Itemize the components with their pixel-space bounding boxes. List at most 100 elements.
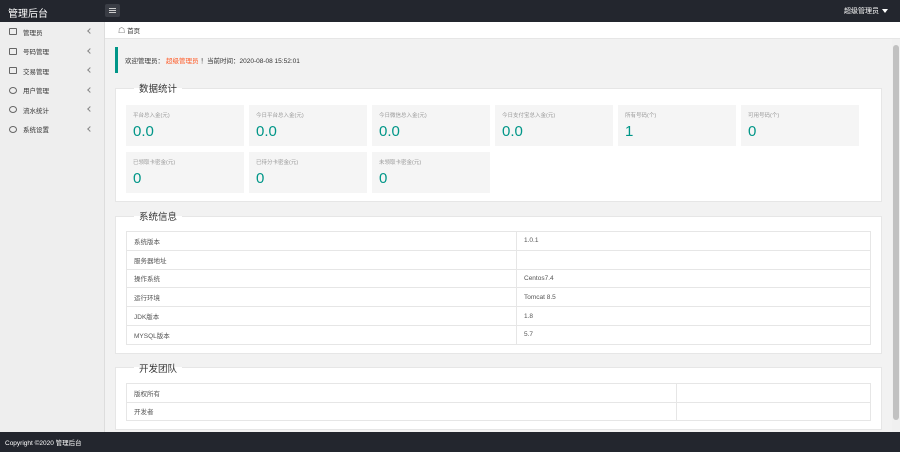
stat-card: 可用号码(个) 0 xyxy=(741,105,859,146)
team-table: 版权所有 开发者 xyxy=(126,382,871,422)
team-value xyxy=(676,401,871,422)
chevron-left-icon xyxy=(87,67,93,73)
hamburger-icon xyxy=(109,8,116,13)
sidebar-item-numbers[interactable]: 号码管理 xyxy=(0,42,104,62)
stat-value: 0 xyxy=(256,170,265,187)
sidebar: 管理员 号码管理 交易管理 用户管理 流水统计 系统设置 xyxy=(0,22,105,432)
footer: Copyright ©2020 管理后台 xyxy=(0,432,900,452)
stat-value: 0 xyxy=(133,170,142,187)
stat-card: 今日微信总入金(元) 0.0 xyxy=(372,105,490,146)
users-icon xyxy=(9,86,17,94)
sidebar-item-label: 管理员 xyxy=(23,29,43,37)
sysinfo-key: 运行环境 xyxy=(126,287,517,308)
sidebar-item-label: 系统设置 xyxy=(23,127,49,135)
chevron-left-icon xyxy=(87,125,93,132)
sysinfo-key: 系统版本 xyxy=(126,231,517,251)
stat-value: 0.0 xyxy=(502,123,523,140)
team-value xyxy=(676,382,871,403)
stat-value: 0 xyxy=(748,123,757,140)
table-row: JDK版本 1.8 xyxy=(126,306,871,326)
scrollbar-thumb[interactable] xyxy=(893,45,899,420)
table-row: 开发者 xyxy=(126,401,871,422)
sysinfo-key: 服务器地址 xyxy=(126,249,517,270)
table-row: 操作系统 Centos7.4 xyxy=(126,268,871,289)
stat-label: 今日平台总入金(元) xyxy=(256,113,304,119)
stats-grid: 平台总入金(元) 0.0 今日平台总入金(元) 0.0 今日微信总入金(元) 0… xyxy=(126,105,871,193)
stat-label: 所有号码(个) xyxy=(625,113,657,119)
home-icon[interactable]: ☖ xyxy=(118,26,125,35)
sysinfo-value xyxy=(516,249,871,270)
stat-value: 1 xyxy=(625,123,634,140)
sysinfo-key: 操作系统 xyxy=(126,268,517,289)
app-logo[interactable]: 管理后台 xyxy=(8,5,48,20)
stat-value: 0 xyxy=(379,170,388,187)
stat-card: 所有号码(个) 1 xyxy=(618,105,736,146)
sysinfo-value: 5.7 xyxy=(516,324,871,345)
user-name: 超级管理员 xyxy=(844,8,879,15)
phone-icon xyxy=(9,47,17,55)
sysinfo-key: MYSQL版本 xyxy=(126,324,517,345)
sidebar-item-admin[interactable]: 管理员 xyxy=(0,22,104,42)
stat-value: 0.0 xyxy=(133,123,154,140)
stat-label: 可用号码(个) xyxy=(748,113,780,119)
table-row: 服务器地址 xyxy=(126,249,871,270)
stat-value: 0.0 xyxy=(379,123,400,140)
sidebar-item-label: 流水统计 xyxy=(23,107,49,115)
stat-label: 已待分卡密金(元) xyxy=(256,160,299,166)
breadcrumb-home[interactable]: 首页 xyxy=(127,25,140,35)
sidebar-item-label: 交易管理 xyxy=(23,68,49,76)
sidebar-item-label: 用户管理 xyxy=(23,88,49,96)
sysinfo-value: 1.8 xyxy=(516,306,871,326)
sidebar-item-flow-stats[interactable]: 流水统计 xyxy=(0,100,104,120)
sidebar-item-settings[interactable]: 系统设置 xyxy=(0,120,104,140)
stat-label: 未领取卡密金(元) xyxy=(379,160,422,166)
table-row: 运行环境 Tomcat 8.5 xyxy=(126,287,871,308)
footer-copyright: Copyright ©2020 管理后台 xyxy=(5,440,82,447)
welcome-banner: 欢迎管理员： 超级管理员 ！当前时间：2020-08-08 15:52:01 xyxy=(115,47,882,73)
team-key: 开发者 xyxy=(126,401,677,422)
sysinfo-table: 系统版本 1.0.1 服务器地址 操作系统 Centos7.4 运行环境 Tom… xyxy=(126,231,871,345)
welcome-prefix: 欢迎管理员： xyxy=(125,58,164,65)
sysinfo-panel: 系统信息 系统版本 1.0.1 服务器地址 操作系统 Centos7.4 运行环… xyxy=(115,209,882,354)
user-menu[interactable]: 超级管理员 xyxy=(844,6,888,16)
stat-label: 今日微信总入金(元) xyxy=(379,113,427,119)
stat-card: 今日平台总入金(元) 0.0 xyxy=(249,105,367,146)
team-panel: 开发团队 版权所有 开发者 xyxy=(115,360,882,431)
team-key: 版权所有 xyxy=(126,382,677,403)
table-row: MYSQL版本 5.7 xyxy=(126,324,871,345)
welcome-time: ！当前时间：2020-08-08 15:52:01 xyxy=(200,58,300,65)
sysinfo-value: Centos7.4 xyxy=(516,268,871,289)
stat-card: 平台总入金(元) 0.0 xyxy=(126,105,244,146)
top-header: 管理后台 超级管理员 xyxy=(0,0,900,22)
chevron-left-icon xyxy=(87,86,93,93)
chart-icon xyxy=(9,106,17,114)
stat-label: 今日支付宝总入金(元) xyxy=(502,113,556,119)
stats-panel: 数据统计 平台总入金(元) 0.0 今日平台总入金(元) 0.0 今日微信总入金… xyxy=(115,81,882,202)
gear-icon xyxy=(9,125,17,133)
sidebar-item-trades[interactable]: 交易管理 xyxy=(0,61,104,81)
caret-down-icon xyxy=(882,9,888,13)
sidebar-item-label: 号码管理 xyxy=(23,49,49,57)
wallet-icon xyxy=(9,67,17,75)
chevron-left-icon xyxy=(87,47,93,54)
stats-title: 数据统计 xyxy=(139,84,178,95)
table-row: 版权所有 xyxy=(126,382,871,403)
stat-label: 平台总入金(元) xyxy=(133,113,170,119)
breadcrumb: ☖ 首页 xyxy=(105,22,900,39)
stat-card: 今日支付宝总入金(元) 0.0 xyxy=(495,105,613,146)
stat-card: 已领取卡密金(元) 0 xyxy=(126,152,244,193)
stat-card: 已待分卡密金(元) 0 xyxy=(249,152,367,193)
menu-toggle-button[interactable] xyxy=(105,4,120,17)
chevron-left-icon xyxy=(87,28,93,34)
chevron-left-icon xyxy=(87,106,93,112)
stat-card: 未领取卡密金(元) 0 xyxy=(372,152,490,193)
content-scrollbar[interactable] xyxy=(892,39,900,432)
sysinfo-key: JDK版本 xyxy=(126,306,517,326)
welcome-role: 超级管理员 xyxy=(166,58,199,65)
sidebar-item-users[interactable]: 用户管理 xyxy=(0,81,104,101)
stat-value: 0.0 xyxy=(256,123,277,140)
sysinfo-value: Tomcat 8.5 xyxy=(516,287,871,308)
team-title: 开发团队 xyxy=(139,363,178,375)
table-row: 系统版本 1.0.1 xyxy=(126,231,871,251)
stat-label: 已领取卡密金(元) xyxy=(133,160,176,166)
